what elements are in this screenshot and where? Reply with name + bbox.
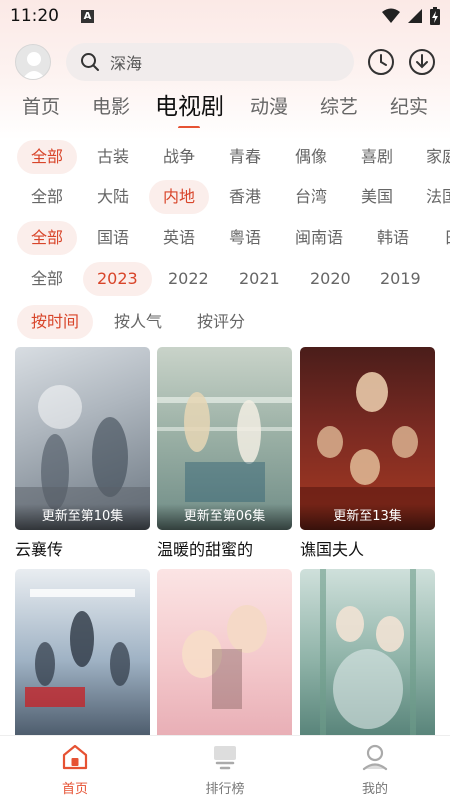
year-chip[interactable]: 2020 (296, 262, 365, 296)
show-poster (157, 569, 292, 752)
poster-art-image (320, 569, 416, 752)
show-card[interactable] (300, 569, 435, 758)
active-tab-indicator (178, 126, 200, 128)
episode-badge: 更新至第06集 (157, 504, 292, 530)
year-chip[interactable]: 2019 (366, 262, 435, 296)
show-title: 谯国夫人 (300, 540, 365, 559)
year-chip[interactable]: 2023 (83, 262, 152, 296)
language-chip[interactable]: 全部 (17, 221, 78, 255)
tab-variety[interactable]: 综艺 (320, 90, 358, 124)
episode-badge: 更新至第10集 (15, 504, 150, 530)
search-input[interactable]: 深海 (110, 50, 142, 74)
genre-chip[interactable]: 家庭 (412, 140, 450, 174)
year-chip[interactable]: 全部 (17, 262, 77, 296)
search-box[interactable]: 深海 (66, 43, 354, 81)
language-chip[interactable]: 日语 (430, 221, 450, 255)
language-chip[interactable]: 韩语 (363, 221, 423, 255)
year-chip[interactable]: 2022 (154, 262, 223, 296)
genre-chip[interactable]: 青春 (215, 140, 275, 174)
nav-home-label: 首页 (61, 782, 88, 797)
nav-ranking[interactable]: 排行榜 (180, 742, 270, 797)
nav-ranking-label: 排行榜 (205, 782, 245, 797)
genre-chip[interactable]: 偶像 (281, 140, 341, 174)
poster-art-image (25, 589, 135, 707)
region-chip[interactable]: 全部 (17, 180, 77, 214)
poster-art-image (182, 605, 267, 709)
language-chip[interactable]: 国语 (83, 221, 143, 255)
year-chip[interactable]: 2021 (225, 262, 294, 296)
status-time: 11:20 (10, 6, 59, 26)
show-poster: 更新至第10集 (15, 347, 150, 530)
language-chip[interactable]: 闽南语 (281, 221, 357, 255)
nav-home[interactable]: 首页 (30, 742, 120, 797)
bottom-navigation: 首页 排行榜 我的 (0, 735, 450, 800)
region-chip[interactable]: 大陆 (83, 180, 143, 214)
avatar[interactable] (15, 44, 51, 80)
search-row: 深海 (0, 42, 450, 82)
show-title: 温暖的甜蜜的 (157, 540, 254, 559)
region-chip[interactable]: 法国 (412, 180, 450, 214)
poster-art-image (300, 372, 435, 530)
tab-tv-series[interactable]: 电视剧 (155, 90, 224, 124)
sort-filter-row: 按时间 按人气 按评分 (0, 305, 450, 339)
signal-icon (408, 9, 422, 23)
poster-art-image (157, 392, 292, 502)
tab-anime[interactable]: 动漫 (250, 90, 288, 124)
battery-icon (430, 7, 440, 25)
show-card[interactable] (157, 569, 292, 758)
language-filter-row: 全部 国语 英语 粤语 闽南语 韩语 日语 (0, 221, 450, 255)
tab-documentary[interactable]: 纪实 (390, 90, 428, 124)
show-poster: 更新至第06集 (157, 347, 292, 530)
genre-chip[interactable]: 古装 (83, 140, 143, 174)
download-icon[interactable] (407, 47, 437, 77)
episode-badge: 更新至13集 (300, 504, 435, 530)
show-poster (15, 569, 150, 752)
wifi-icon (382, 8, 400, 23)
language-chip[interactable]: 英语 (149, 221, 209, 255)
nav-profile-label: 我的 (361, 782, 388, 797)
show-poster: 更新至13集 (300, 347, 435, 530)
region-chip[interactable]: 香港 (215, 180, 275, 214)
search-icon (81, 53, 99, 71)
category-tabs: 首页 电影 电视剧 动漫 综艺 纪实 (0, 90, 450, 128)
status-right (382, 7, 440, 25)
show-card[interactable] (15, 569, 150, 758)
nav-profile-icon-wrap (330, 742, 420, 772)
user-avatar-icon (22, 52, 46, 79)
genre-chip[interactable]: 战争 (149, 140, 209, 174)
poster-art-image (15, 385, 150, 530)
genre-chip[interactable]: 喜剧 (347, 140, 407, 174)
sort-chip[interactable]: 按人气 (100, 305, 176, 339)
show-card[interactable]: 更新至第06集 温暖的甜蜜的 (157, 347, 292, 560)
status-bar: 11:20 A (0, 0, 450, 32)
tab-movies[interactable]: 电影 (92, 90, 130, 124)
region-chip[interactable]: 台湾 (281, 180, 341, 214)
profile-icon (362, 744, 388, 771)
region-filter-row: 全部 大陆 内地 香港 台湾 美国 法国 (0, 180, 450, 214)
region-chip[interactable]: 美国 (347, 180, 407, 214)
show-card[interactable]: 更新至13集 谯国夫人 (300, 347, 435, 560)
show-poster (300, 569, 435, 752)
language-chip[interactable]: 粤语 (215, 221, 275, 255)
nav-ranking-icon-wrap (180, 742, 270, 772)
genre-chip[interactable]: 全部 (17, 140, 78, 174)
genre-filter-row: 全部 古装 战争 青春 偶像 喜剧 家庭 (0, 140, 450, 174)
show-card[interactable]: 更新至第10集 云襄传 (15, 347, 150, 560)
sort-chip[interactable]: 按时间 (17, 305, 94, 339)
show-title: 云襄传 (15, 540, 64, 559)
nav-home-icon-wrap (30, 742, 120, 772)
year-filter-row: 全部 2023 2022 2021 2020 2019 (0, 262, 450, 296)
ranking-icon (214, 746, 236, 770)
nav-profile[interactable]: 我的 (330, 742, 420, 797)
status-indicator-icon: A (81, 9, 94, 23)
home-icon (62, 744, 88, 770)
sort-chip[interactable]: 按评分 (183, 305, 259, 339)
history-clock-icon[interactable] (366, 47, 396, 77)
region-chip[interactable]: 内地 (149, 180, 210, 214)
tab-home[interactable]: 首页 (22, 90, 60, 124)
